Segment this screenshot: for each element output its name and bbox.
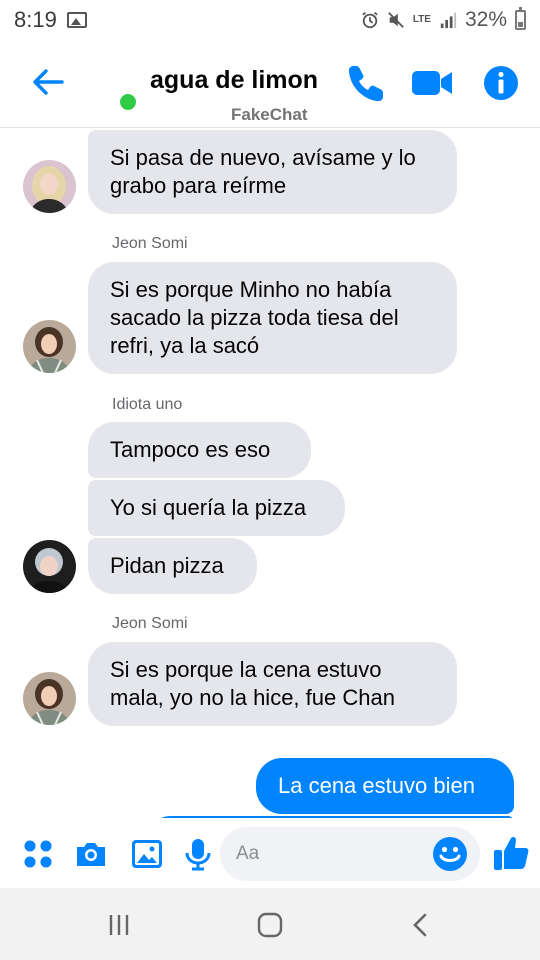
back-arrow-icon[interactable] (28, 62, 68, 102)
mute-icon (387, 12, 404, 28)
message-bubble[interactable]: Si es porque Minho no había sacado la pi… (88, 262, 457, 374)
sent-message-bubble[interactable]: La cena estuvo bien (256, 758, 514, 814)
message-bubble[interactable]: Yo si quería la pizza (88, 480, 345, 536)
back-nav-icon[interactable] (406, 910, 436, 940)
camera-icon[interactable] (73, 836, 109, 872)
message-composer (0, 818, 540, 888)
system-navigation-bar (0, 888, 540, 960)
message-text: Yo si quería la pizza (110, 495, 307, 520)
battery-icon (515, 7, 526, 30)
message-bubble[interactable]: Si es porque la cena estuvo mala, yo no … (88, 642, 457, 726)
contact-name[interactable]: agua de limon (150, 66, 318, 95)
avatar-jeon-somi[interactable] (23, 320, 76, 373)
apps-menu-icon[interactable] (20, 836, 56, 872)
message-bubble[interactable]: Tampoco es eso (88, 422, 311, 478)
message-bubble[interactable]: Pidan pizza (88, 538, 257, 594)
signal-icon (440, 12, 457, 29)
avatar-idiota-uno[interactable] (23, 540, 76, 593)
video-call-icon[interactable] (410, 62, 454, 104)
battery-percent: 32% (464, 8, 507, 31)
status-time: 8:19 (14, 7, 57, 32)
avatar-jeon-somi[interactable] (23, 672, 76, 725)
status-bar: 8:19 LTE 32% (0, 0, 540, 40)
emoji-icon[interactable] (432, 836, 468, 872)
home-icon[interactable] (255, 910, 285, 940)
online-status-dot (120, 94, 136, 110)
message-text: Si pasa de nuevo, avísame y lo grabo par… (110, 145, 416, 198)
gallery-icon[interactable] (129, 836, 165, 872)
recent-apps-icon[interactable] (104, 910, 134, 940)
sender-name: Jeon Somi (112, 615, 188, 632)
chat-header: agua de limon FakeChat (0, 40, 540, 128)
phone-call-icon[interactable] (346, 62, 388, 104)
info-icon[interactable] (480, 62, 522, 104)
message-list[interactable]: Si pasa de nuevo, avísame y lo grabo par… (0, 128, 540, 818)
avatar-contact-1[interactable] (23, 160, 76, 213)
alarm-icon (362, 12, 378, 29)
message-bubble[interactable]: Si pasa de nuevo, avísame y lo grabo par… (88, 130, 457, 214)
message-text: La cena estuvo bien (278, 773, 475, 798)
like-thumbs-up-icon[interactable] (492, 834, 530, 872)
microphone-icon[interactable] (180, 836, 216, 872)
message-text: Tampoco es eso (110, 437, 271, 462)
sender-name: Jeon Somi (112, 235, 188, 252)
gallery-notification-icon (66, 12, 87, 28)
network-type: LTE (412, 14, 431, 25)
message-text: Si es porque la cena estuvo mala, yo no … (110, 657, 395, 710)
status-icons: LTE 32% (361, 7, 526, 32)
message-text: Si es porque Minho no había sacado la pi… (110, 277, 399, 358)
message-text: Pidan pizza (110, 553, 224, 578)
contact-subtitle: FakeChat (231, 105, 308, 124)
sender-name: Idiota uno (112, 396, 183, 413)
